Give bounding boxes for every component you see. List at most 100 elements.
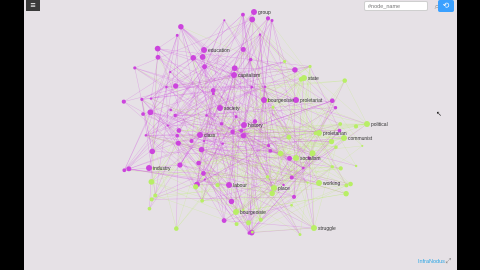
node-label[interactable]: socialism [300,156,321,162]
graph-node[interactable] [364,121,370,127]
node-label[interactable]: capitalism [238,73,260,79]
graph-node[interactable] [301,75,307,81]
graph-node[interactable] [149,148,156,155]
graph-node[interactable] [265,16,271,21]
graph-node[interactable] [193,184,199,190]
graph-node[interactable] [354,164,358,168]
graph-node[interactable] [246,220,252,226]
graph-node[interactable] [201,47,207,53]
graph-node[interactable] [149,97,153,100]
node-label[interactable]: bourgeoisie [240,210,266,216]
graph-node[interactable] [153,193,158,198]
graph-node[interactable] [174,226,179,231]
graph-node[interactable] [190,55,197,61]
graph-node[interactable] [338,166,343,171]
graph-node[interactable] [333,105,338,110]
graph-node[interactable] [223,19,226,22]
graph-node[interactable] [258,33,262,36]
node-label[interactable]: labour [233,183,247,189]
graph-node[interactable] [226,182,232,188]
graph-node[interactable] [343,190,349,197]
graph-node[interactable] [146,165,152,171]
graph-node[interactable] [271,105,275,109]
graph-node[interactable] [198,146,205,153]
graph-node[interactable] [173,83,179,89]
node-label[interactable]: society [224,106,240,112]
graph-node[interactable] [342,78,348,83]
graph-node[interactable] [202,139,206,143]
node-label[interactable]: bourgeoisie [268,98,294,104]
graph-node[interactable] [263,85,267,89]
hamburger-icon[interactable]: ≡ [26,0,40,11]
graph-node[interactable] [201,171,206,176]
graph-node[interactable] [178,23,184,30]
graph-node[interactable] [169,70,172,74]
graph-node[interactable] [166,124,169,127]
graph-node[interactable] [287,155,292,161]
graph-node[interactable] [361,144,364,147]
graph-node[interactable] [241,122,247,128]
graph-node[interactable] [268,148,273,153]
graph-node[interactable] [200,198,205,203]
graph-node[interactable] [258,217,263,222]
graph-node[interactable] [149,197,154,202]
graph-node[interactable] [234,115,238,119]
graph-node[interactable] [233,209,239,215]
graph-node[interactable] [175,140,181,146]
graph-node[interactable] [144,134,148,137]
graph-node[interactable] [250,85,254,89]
graph-node[interactable] [265,175,270,179]
graph-node[interactable] [292,67,298,73]
expand-icon[interactable]: ⤢ [444,257,453,266]
graph-node[interactable] [175,33,179,37]
node-label[interactable]: place [278,186,290,192]
node-label[interactable]: working [323,181,340,187]
graph-node[interactable] [308,64,312,69]
graph-node[interactable] [217,105,223,111]
graph-node[interactable] [177,162,183,168]
graph-node[interactable] [221,218,227,223]
node-label[interactable]: proletarian [323,131,347,137]
graph-node[interactable] [269,190,275,197]
graph-node[interactable] [240,46,246,52]
graph-node[interactable] [219,122,224,126]
graph-node[interactable] [197,132,203,138]
graph-node[interactable] [290,203,293,207]
graph-node[interactable] [329,98,335,104]
graph-node[interactable] [230,129,235,135]
graph-node[interactable] [148,178,155,185]
graph-node[interactable] [348,181,353,187]
graph-node[interactable] [316,180,322,186]
graph-node[interactable] [228,198,235,205]
graph-node[interactable] [249,16,256,23]
node-label[interactable]: communist [348,136,373,142]
graph-node[interactable] [251,9,257,15]
node-label[interactable]: group [258,10,271,16]
graph-node[interactable] [298,233,302,237]
graph-node[interactable] [147,206,152,211]
network-graph[interactable]: group education capitalism state society bour… [24,0,457,270]
graph-node[interactable] [338,122,343,126]
graph-node[interactable] [334,145,338,149]
graph-node[interactable] [189,139,194,143]
node-label[interactable]: proletariat [300,98,323,104]
graph-node[interactable] [231,72,237,78]
graph-node[interactable] [154,45,161,52]
graph-node[interactable] [289,175,294,180]
graph-node[interactable] [353,124,359,129]
graph-node[interactable] [196,160,201,166]
graph-node[interactable] [240,132,247,139]
graph-node[interactable] [155,54,161,60]
graph-node[interactable] [173,113,177,118]
node-label[interactable]: struggle [318,226,336,232]
graph-node[interactable] [266,144,271,148]
graph-node[interactable] [140,97,144,101]
graph-node[interactable] [283,60,287,64]
graph-node[interactable] [210,88,216,93]
graph-node[interactable] [311,225,317,231]
graph-node[interactable] [292,194,296,199]
node-label[interactable]: state [308,76,319,82]
graph-node[interactable] [203,178,207,181]
refresh-icon[interactable]: ⟲ [438,0,454,12]
graph-node[interactable] [221,142,224,145]
